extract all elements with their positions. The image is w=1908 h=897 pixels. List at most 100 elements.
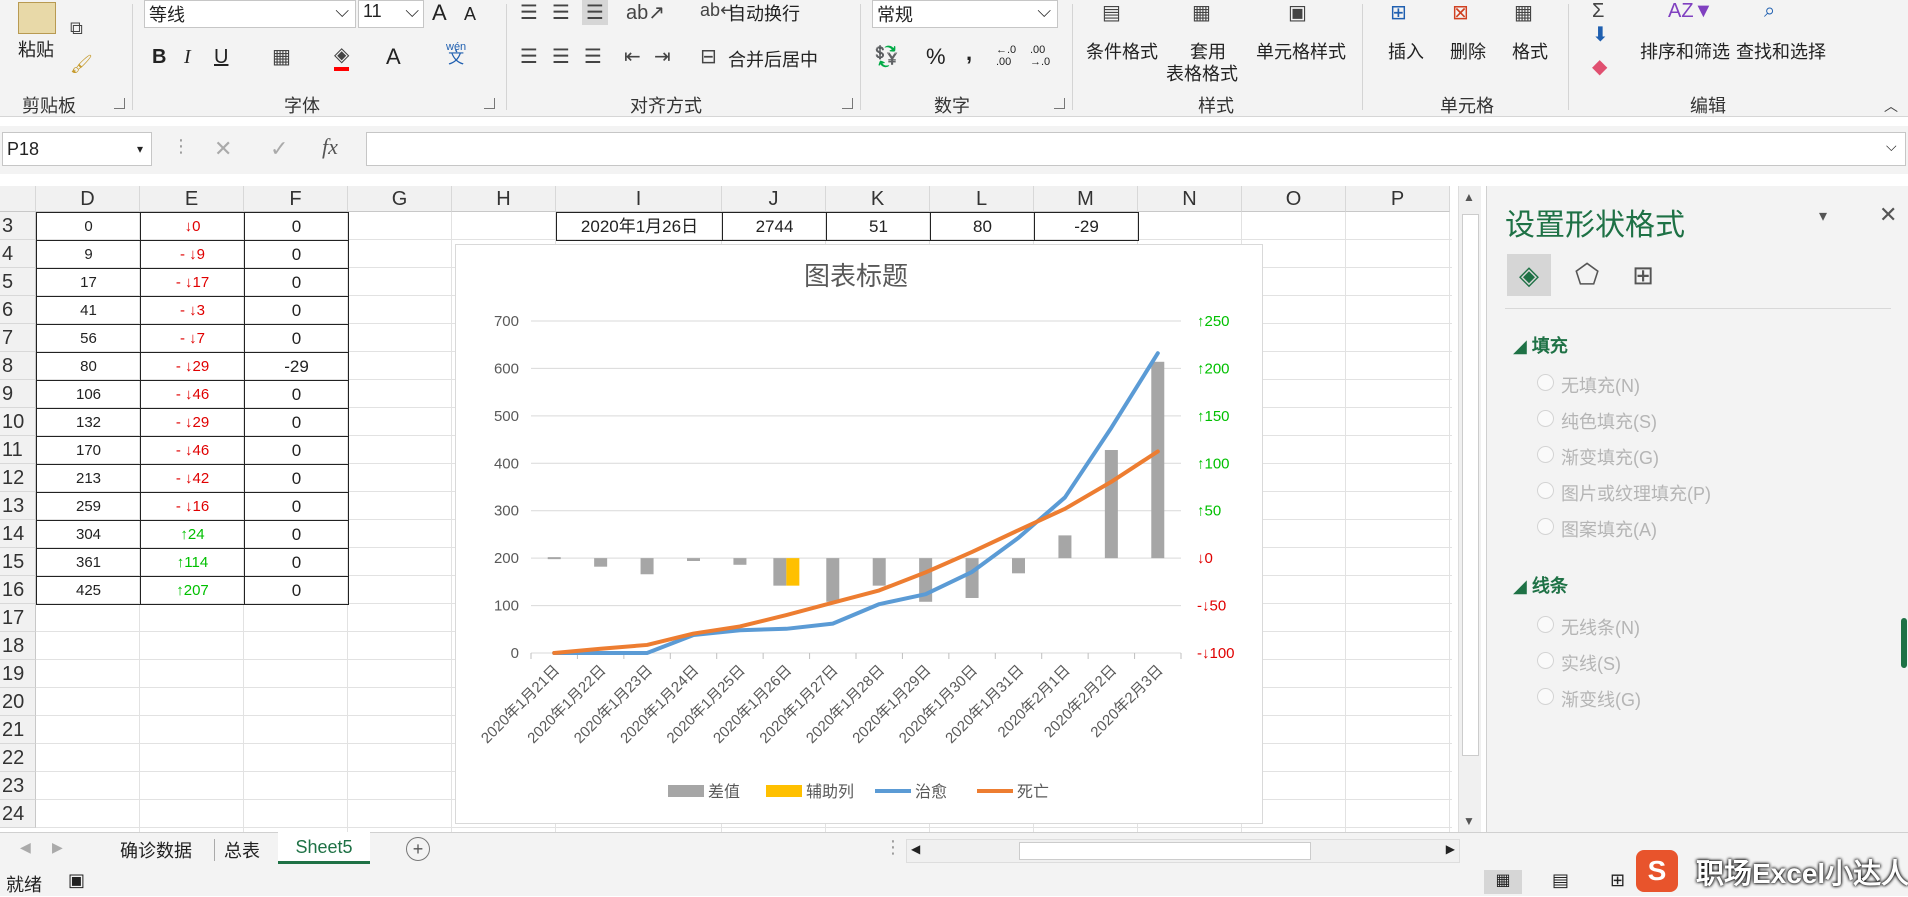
currency-icon[interactable]: 💱 (874, 44, 899, 69)
cell[interactable]: 106 (36, 380, 141, 409)
fill-option[interactable]: 渐变填充(G) (1537, 444, 1659, 470)
fill-color-icon[interactable]: ◈ (334, 42, 350, 71)
font-name-select[interactable]: 等线 ⌵ (144, 0, 356, 28)
increase-indent-icon[interactable]: ⇥ (654, 44, 671, 69)
cell-l3[interactable]: 80 (930, 212, 1035, 241)
normal-view-icon[interactable]: ▦ (1484, 870, 1522, 894)
cell[interactable]: 80 (36, 352, 141, 381)
fill-option[interactable]: 图片或纹理填充(P) (1537, 480, 1711, 506)
row-header-7[interactable]: 7 (0, 324, 36, 352)
line-option[interactable]: 渐变线(G) (1537, 686, 1641, 712)
hscroll-left-icon[interactable]: ◀ (911, 842, 920, 856)
cell[interactable]: 17 (36, 268, 141, 297)
pane-options-dropdown[interactable]: ▾ (1819, 206, 1827, 226)
font-size-select[interactable]: 11 ⌵ (358, 0, 424, 28)
chart-area[interactable]: 图表标题 0 100 200 300 400 500 600 700 -↓100 -↓50 ↓0 ↑50… (455, 244, 1263, 824)
cell[interactable]: - ↓46 (140, 436, 245, 465)
cell[interactable]: - ↓29 (140, 408, 245, 437)
cell[interactable]: ↓0 (140, 212, 245, 241)
column-header-n[interactable]: N (1138, 186, 1242, 212)
cell[interactable]: -29 (244, 352, 349, 381)
column-header-m[interactable]: M (1034, 186, 1138, 212)
cell[interactable]: 0 (244, 436, 349, 465)
fill-option[interactable]: 图案填充(A) (1537, 516, 1657, 542)
tab-summary[interactable]: 总表 (224, 837, 260, 863)
line-option[interactable]: 无线条(N) (1537, 614, 1640, 640)
format-cells-button[interactable]: 格式 (1512, 38, 1548, 64)
font-launcher[interactable] (484, 98, 495, 109)
column-header-i[interactable]: I (556, 186, 722, 212)
line-section-toggle[interactable]: ◢ 线条 (1513, 572, 1568, 598)
cell[interactable]: 0 (244, 464, 349, 493)
font-color-button[interactable]: A (386, 44, 401, 70)
column-header-j[interactable]: J (722, 186, 826, 212)
cell[interactable]: - ↓29 (140, 352, 245, 381)
line-option[interactable]: 实线(S) (1537, 650, 1621, 676)
column-header-k[interactable]: K (826, 186, 930, 212)
column-header-e[interactable]: E (140, 186, 244, 212)
effects-tab-icon[interactable]: ⬠ (1565, 254, 1609, 296)
row-header-17[interactable]: 17 (0, 604, 36, 632)
scroll-down-icon[interactable]: ▼ (1463, 814, 1475, 828)
number-launcher[interactable] (1054, 98, 1065, 109)
close-icon[interactable]: ✕ (1879, 202, 1897, 228)
row-header-5[interactable]: 5 (0, 268, 36, 296)
column-header-g[interactable]: G (348, 186, 452, 212)
row-header-3[interactable]: 3 (0, 212, 36, 240)
enter-icon[interactable]: ✓ (270, 136, 288, 162)
tab-sheet5[interactable]: Sheet5 (278, 832, 370, 864)
page-layout-view-icon[interactable]: ▤ (1552, 870, 1569, 891)
increase-decimal-button[interactable]: ←.0.00 (996, 44, 1016, 68)
bold-button[interactable]: B (152, 46, 166, 69)
cell[interactable]: 0 (244, 408, 349, 437)
merge-center-button[interactable]: 合并后居中 (728, 46, 818, 72)
row-header-22[interactable]: 22 (0, 744, 36, 772)
align-right-icon[interactable]: ☰ (584, 44, 602, 69)
row-header-9[interactable]: 9 (0, 380, 36, 408)
cell[interactable]: 0 (244, 324, 349, 353)
number-format-select[interactable]: 常规 ⌵ (872, 0, 1058, 28)
cell[interactable]: 259 (36, 492, 141, 521)
percent-button[interactable]: % (926, 44, 946, 70)
align-center-icon[interactable]: ☰ (552, 44, 570, 69)
align-middle-icon[interactable]: ☰ (552, 0, 570, 25)
tab-scroll-left-icon[interactable]: ◀ (20, 839, 31, 856)
scroll-thumb[interactable] (1462, 214, 1479, 756)
find-select-button[interactable]: 查找和选择 (1736, 38, 1826, 64)
cell[interactable]: 0 (244, 268, 349, 297)
comma-button[interactable]: , (966, 40, 972, 66)
column-header-o[interactable]: O (1242, 186, 1346, 212)
table-format-line2[interactable]: 表格格式 (1166, 60, 1238, 86)
align-left-icon[interactable]: ☰ (520, 44, 538, 69)
orientation-icon[interactable]: ab↗ (626, 0, 665, 25)
cell[interactable]: 0 (244, 240, 349, 269)
cell[interactable]: - ↓9 (140, 240, 245, 269)
phonetic-button[interactable]: wén 文 (446, 42, 466, 67)
cell[interactable]: 0 (244, 380, 349, 409)
macro-record-icon[interactable]: ▣ (68, 870, 85, 891)
page-break-view-icon[interactable]: ⊞ (1610, 870, 1625, 891)
alignment-launcher[interactable] (842, 98, 853, 109)
row-header-11[interactable]: 11 (0, 436, 36, 464)
shrink-font-button[interactable]: A (464, 4, 476, 25)
scroll-up-icon[interactable]: ▲ (1463, 190, 1475, 204)
cell[interactable]: 9 (36, 240, 141, 269)
hscroll-thumb[interactable] (1019, 842, 1311, 860)
sort-filter-button[interactable]: 排序和筛选 (1640, 38, 1730, 64)
name-box[interactable]: P18 ▾ (2, 132, 152, 166)
italic-button[interactable]: I (184, 46, 191, 69)
cell[interactable]: 0 (244, 492, 349, 521)
row-header-20[interactable]: 20 (0, 688, 36, 716)
row-header-4[interactable]: 4 (0, 240, 36, 268)
cell[interactable]: 425 (36, 576, 141, 605)
cell[interactable]: 56 (36, 324, 141, 353)
fill-option[interactable]: 无填充(N) (1537, 372, 1640, 398)
row-header-21[interactable]: 21 (0, 716, 36, 744)
cell[interactable]: 361 (36, 548, 141, 577)
cell[interactable]: 0 (244, 548, 349, 577)
row-header-19[interactable]: 19 (0, 660, 36, 688)
insert-function-icon[interactable]: fx (322, 134, 338, 160)
size-properties-tab-icon[interactable]: ⊞ (1621, 254, 1665, 296)
tab-confirmed-data[interactable]: 确诊数据 (120, 837, 192, 863)
tab-scroll-right-icon[interactable]: ▶ (52, 839, 63, 856)
